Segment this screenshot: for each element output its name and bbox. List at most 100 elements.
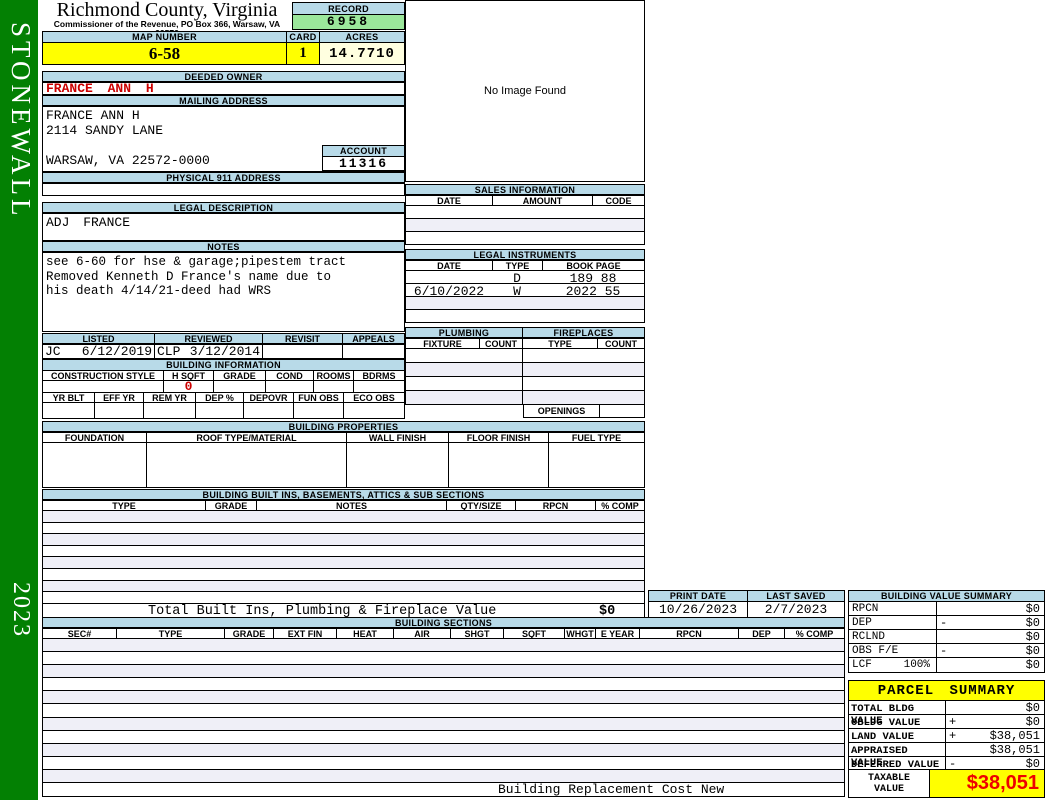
- parcel-summary-table: TOTAL BLDG VALUE $0 OBLDG VALUE + $0 LAND…: [848, 700, 1045, 772]
- plumbing-fireplaces-row: [405, 362, 645, 377]
- parcel-summary-title: PARCEL SUMMARY: [848, 680, 1045, 701]
- card-label: CARD: [287, 32, 320, 42]
- fireplace-cell: [523, 363, 644, 376]
- card-value: 1: [287, 43, 320, 64]
- section-row: [43, 757, 844, 770]
- col-header: ROOF TYPE/MATERIAL: [147, 433, 347, 442]
- built-ins-row: [43, 511, 644, 523]
- listed-by: JC: [45, 345, 61, 358]
- fireplace-cell: [523, 391, 644, 404]
- building-sections-title: BUILDING SECTIONS: [42, 617, 845, 628]
- building-value-summary-table: RPCN $0 DEP - $0 RCLND $0 OBS F/E - $0 LCF…: [848, 601, 1045, 673]
- county-title: Richmond County, Virginia: [56, 0, 278, 21]
- fun-obs-value: [294, 403, 344, 418]
- map-number-value: 6-58: [43, 43, 287, 64]
- openings-label: OPENINGS: [523, 404, 600, 418]
- summary-value: $0: [1025, 658, 1040, 672]
- parcel-label: APPRAISED VALUE: [849, 743, 946, 769]
- summary-row: RPCN $0: [849, 602, 1044, 616]
- reviewed-value: CLP 3/12/2014: [155, 345, 263, 358]
- instrument-row: D 189 88: [405, 270, 645, 286]
- legal-description-value: ADJ FRANCE: [42, 213, 405, 241]
- col-header: BOOK PAGE: [543, 261, 644, 270]
- summary-label: RPCN: [849, 602, 937, 615]
- col-header: RPCN: [640, 629, 739, 638]
- openings-row: OPENINGS: [523, 404, 645, 418]
- tax-year-vertical: 2023: [8, 582, 34, 638]
- summary-row: DEP - $0: [849, 616, 1044, 630]
- col-header: DEPOVR: [244, 393, 294, 402]
- roof-value: [147, 443, 347, 487]
- col-header: FUN OBS: [294, 393, 344, 402]
- summary-amount: $0: [937, 630, 1044, 644]
- col-header: GRADE: [225, 629, 274, 638]
- yr-blt-value: [43, 403, 95, 418]
- built-ins-row: [43, 569, 644, 581]
- col-header: TYPE: [493, 261, 543, 270]
- plumbing-fireplaces-row: [405, 348, 645, 363]
- acres-value: 14.7710: [320, 43, 404, 64]
- dep-pct-value: [196, 403, 244, 418]
- lcf-label: LCF: [852, 659, 872, 671]
- built-ins-row: [43, 546, 644, 558]
- plumbing-fireplaces-row: [405, 390, 645, 405]
- notes-block: see 6-60 for hse & garage;pipestem tract…: [42, 252, 405, 332]
- no-image-text: No Image Found: [484, 85, 566, 97]
- building-properties-title: BUILDING PROPERTIES: [42, 421, 645, 432]
- summary-value: $0: [1025, 615, 1040, 630]
- col-header: FOUNDATION: [43, 433, 147, 442]
- appeals-value: [343, 345, 404, 358]
- section-row: [43, 704, 844, 718]
- lcf-percent: 100%: [903, 659, 930, 671]
- grade-value: [214, 381, 266, 392]
- parcel-value: $38,051: [989, 728, 1040, 743]
- listed-label: LISTED: [43, 334, 155, 343]
- col-header: FLOOR FINISH: [449, 433, 549, 442]
- taxable-value-row: TAXABLE VALUE $38,051: [848, 769, 1045, 798]
- deeded-owner-value: FRANCE ANN H: [42, 82, 405, 95]
- col-header: TYPE: [43, 501, 206, 510]
- sales-row: [405, 205, 645, 219]
- plumbing-cell: [406, 391, 523, 404]
- summary-row: OBS F/E - $0: [849, 644, 1044, 658]
- built-ins-row: [43, 557, 644, 569]
- parcel-value: $38,051: [989, 742, 1040, 757]
- instrument-type: W: [513, 284, 521, 299]
- record-box: RECORD 6958: [292, 2, 405, 30]
- built-ins-row: [43, 534, 644, 546]
- plumbing-cell: [406, 349, 523, 362]
- floor-finish-value: [449, 443, 549, 487]
- instrument-date: [406, 271, 492, 283]
- built-ins-row: [43, 523, 644, 535]
- notes-label: NOTES: [42, 241, 405, 252]
- fireplace-cell: [523, 377, 644, 390]
- summary-row: LCF 100% $0: [849, 658, 1044, 672]
- building-properties-body: [42, 442, 645, 488]
- section-row: [43, 665, 844, 679]
- summary-value: $0: [1025, 643, 1040, 658]
- plumbing-fireplaces-row: [405, 376, 645, 391]
- summary-value: $0: [1025, 601, 1040, 616]
- sales-row: [405, 231, 645, 245]
- rooms-value: [314, 381, 354, 392]
- col-header: TYPE: [523, 339, 598, 348]
- col-header: FIXTURE: [406, 339, 480, 348]
- map-number-label: MAP NUMBER: [43, 32, 287, 42]
- mailing-line: FRANCE ANN H: [46, 108, 140, 123]
- col-header: GRADE: [214, 371, 266, 380]
- reviewed-date: 3/12/2014: [189, 345, 260, 358]
- parcel-label: LAND VALUE: [849, 729, 946, 743]
- cond-value: [266, 381, 314, 392]
- summary-label: OBS F/E: [849, 644, 937, 657]
- print-saved-values: 10/26/2023 2/7/2023: [648, 601, 845, 618]
- instrument-book-page: 189 88: [569, 271, 617, 286]
- photo-panel: No Image Found: [405, 0, 645, 182]
- summary-label: DEP: [849, 616, 937, 629]
- parcel-row: OBLDG VALUE + $0: [849, 715, 1044, 729]
- property-record-card: STONEWALL 2023 Richmond County, Virginia…: [0, 0, 1050, 800]
- parcel-row: LAND VALUE + $38,051: [849, 729, 1044, 743]
- openings-value: [599, 404, 645, 418]
- bdrms-value: [354, 381, 404, 392]
- col-header: DEP: [739, 629, 785, 638]
- instrument-row: [405, 309, 645, 323]
